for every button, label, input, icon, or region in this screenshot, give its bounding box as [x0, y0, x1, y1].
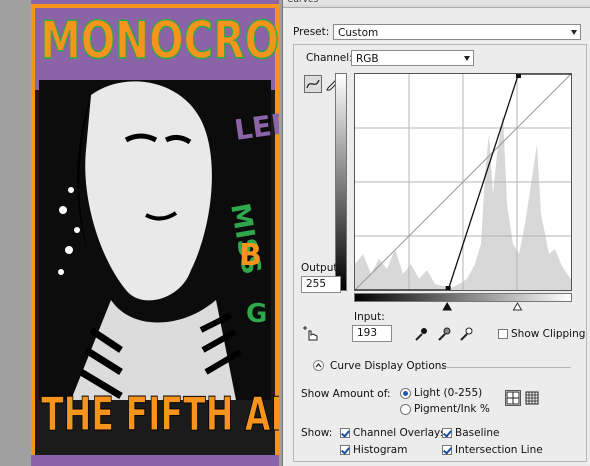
input-field[interactable]: 193 — [352, 325, 392, 342]
black-point-slider[interactable] — [442, 302, 453, 311]
channel-overlays-checkbox[interactable] — [340, 428, 350, 438]
white-eyedropper-button[interactable] — [459, 326, 473, 342]
simple-grid-button[interactable] — [505, 390, 521, 406]
curves-dialog: Curves Preset: Custom Channel: RGB Outpu… — [282, 0, 590, 466]
preset-select[interactable]: Custom — [333, 24, 581, 40]
output-field[interactable]: 255 — [301, 276, 341, 293]
channel-overlays-label: Channel Overlays — [353, 427, 446, 439]
channel-label: Channel: — [306, 52, 353, 64]
output-gradient-bar — [335, 73, 347, 291]
histogram-checkbox[interactable] — [340, 445, 350, 455]
artwork-bottom-text: THE FIFTH ALB — [41, 389, 279, 442]
intersection-line-checkbox[interactable] — [442, 445, 452, 455]
intersection-line-label: Intersection Line — [455, 444, 543, 456]
chevron-down-icon — [571, 30, 577, 35]
divider — [441, 367, 571, 368]
curve-point[interactable] — [515, 73, 521, 78]
baseline-checkbox[interactable] — [442, 428, 452, 438]
output-label: Output: — [301, 262, 342, 274]
light-radio-label: Light (0-255) — [414, 387, 483, 399]
gray-eyedropper-icon — [438, 327, 451, 341]
artwork-image: MONOCRO LEE MISS B G THE FIFTH ALB — [31, 0, 279, 466]
dialog-title: Curves — [283, 0, 590, 8]
album-artwork: MONOCRO LEE MISS B G THE FIFTH ALB — [31, 0, 279, 466]
curve-graph-svg — [354, 73, 572, 291]
black-eyedropper-icon — [415, 328, 427, 341]
document-canvas: MONOCRO LEE MISS B G THE FIFTH ALB — [0, 0, 282, 466]
input-gradient-bar — [354, 293, 572, 302]
curve-point-icon — [306, 79, 320, 89]
collapse-chevron-icon[interactable] — [313, 360, 324, 371]
show-amount-label: Show Amount of: — [301, 388, 391, 400]
grid-4-icon — [506, 391, 520, 405]
baseline-label: Baseline — [455, 427, 500, 439]
channel-select[interactable]: RGB — [351, 50, 474, 66]
gray-eyedropper-button[interactable] — [437, 326, 451, 342]
white-eyedropper-icon — [460, 327, 473, 341]
light-radio[interactable] — [400, 388, 411, 399]
artwork-side-text-3: B — [239, 238, 262, 273]
white-point-slider[interactable] — [512, 302, 523, 311]
artwork-side-text-4: G — [246, 299, 267, 329]
artwork-title-text: MONOCRO — [40, 10, 279, 70]
histogram-label: Histogram — [353, 444, 408, 456]
curve-point[interactable] — [445, 286, 451, 291]
curve-display-options-label[interactable]: Curve Display Options — [330, 360, 447, 372]
input-sliders — [442, 302, 523, 311]
black-eyedropper-button[interactable] — [414, 326, 428, 342]
hand-pointer-icon — [303, 326, 318, 341]
show-clipping-checkbox[interactable] — [498, 329, 508, 339]
on-image-adjust-tool[interactable] — [303, 326, 321, 342]
curve-edit-tool[interactable] — [304, 75, 322, 93]
show-label: Show: — [301, 427, 333, 439]
preset-label: Preset: — [293, 26, 330, 38]
input-label: Input: — [354, 311, 385, 323]
artwork-side-text-1: LEE — [232, 106, 279, 146]
preset-value: Custom — [338, 27, 379, 39]
channel-value: RGB — [356, 53, 379, 65]
pigment-radio[interactable] — [400, 404, 411, 415]
detailed-grid-button[interactable] — [525, 391, 539, 405]
curve-graph[interactable] — [354, 73, 572, 291]
show-clipping-label: Show Clipping — [511, 328, 586, 340]
pigment-radio-label: Pigment/Ink % — [414, 403, 490, 415]
chevron-down-icon — [464, 56, 470, 61]
grid-16-icon — [525, 391, 539, 405]
